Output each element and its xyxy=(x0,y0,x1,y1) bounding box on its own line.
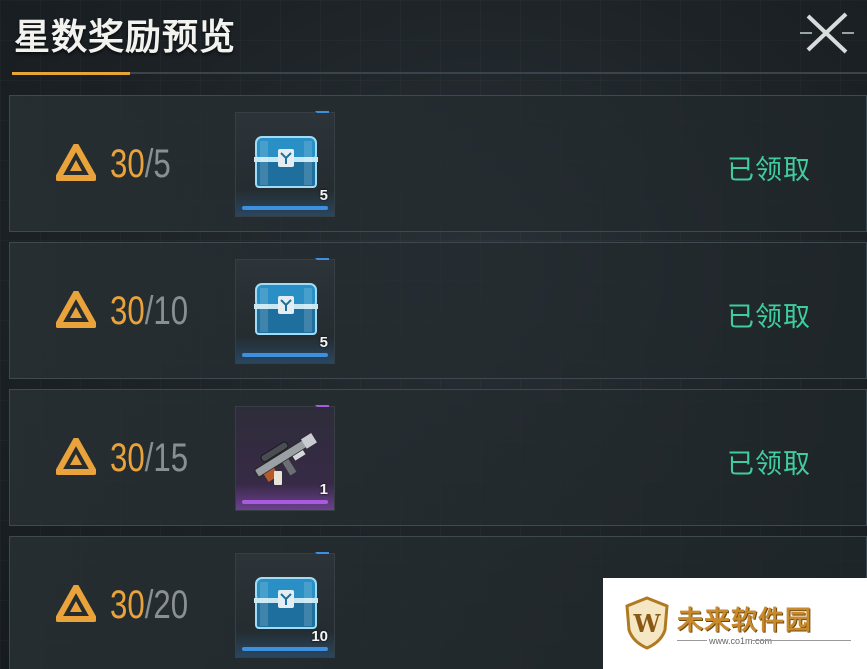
claim-status: 已领取 xyxy=(727,155,811,186)
card-corner-accent xyxy=(315,552,343,566)
card-corner-accent xyxy=(315,111,343,125)
star-tier-icon xyxy=(56,291,96,328)
card-corner-accent xyxy=(315,258,343,272)
reward-row: 30/5 5 已领取 xyxy=(9,95,867,232)
blue-chest-icon xyxy=(254,136,318,188)
progress-separator: / xyxy=(144,436,154,480)
card-corner-accent xyxy=(315,405,343,419)
progress-current: 30 xyxy=(110,436,145,480)
progress-separator: / xyxy=(144,289,154,333)
reward-row: 30/15 1 已领取 xyxy=(9,389,867,526)
progress-current: 30 xyxy=(110,583,145,627)
progress-required: 15 xyxy=(153,436,189,480)
progress-required: 10 xyxy=(153,289,189,333)
logo-letter: W xyxy=(633,609,662,638)
watermark-text: 未来软件园 xyxy=(677,606,813,636)
shield-logo-icon: W xyxy=(625,596,669,650)
reward-item-card[interactable]: 10 xyxy=(235,552,343,658)
progress-current: 30 xyxy=(110,142,145,186)
rarity-bar xyxy=(242,206,328,210)
reward-item-card[interactable]: 1 xyxy=(235,405,343,511)
progress-required: 20 xyxy=(153,583,189,627)
star-progress: 30/10 xyxy=(110,289,188,334)
close-x-icon xyxy=(800,12,854,54)
progress-separator: / xyxy=(144,142,154,186)
reward-item-card[interactable]: 5 xyxy=(235,111,343,217)
reward-item-card[interactable]: 5 xyxy=(235,258,343,364)
item-count: 10 xyxy=(311,628,328,645)
star-tier-icon xyxy=(56,144,96,181)
progress-separator: / xyxy=(144,583,154,627)
blue-chest-icon xyxy=(254,283,318,335)
blue-chest-icon xyxy=(254,577,318,629)
close-button[interactable] xyxy=(800,6,854,60)
page-title: 星数奖励预览 xyxy=(14,16,237,58)
watermark-rule xyxy=(677,640,707,641)
star-progress: 30/15 xyxy=(110,436,188,481)
reward-row: 30/10 5 已领取 xyxy=(9,242,867,379)
rarity-bar xyxy=(242,500,328,504)
rarity-bar xyxy=(242,647,328,651)
star-progress: 30/5 xyxy=(110,142,171,187)
watermark-url: www.co1m.com xyxy=(709,636,773,646)
item-count: 5 xyxy=(319,334,328,351)
item-count: 5 xyxy=(319,187,328,204)
watermark: W 未来软件园 www.co1m.com xyxy=(603,578,867,669)
rarity-bar xyxy=(242,353,328,357)
watermark-rule xyxy=(751,640,851,641)
star-tier-icon xyxy=(56,438,96,475)
title-divider xyxy=(12,72,867,74)
rifle-icon xyxy=(253,433,317,485)
claim-status: 已领取 xyxy=(727,449,811,480)
progress-required: 5 xyxy=(153,142,171,186)
title-divider-accent xyxy=(12,72,130,75)
progress-current: 30 xyxy=(110,289,145,333)
claim-status: 已领取 xyxy=(727,302,811,333)
item-count: 1 xyxy=(319,481,328,498)
star-progress: 30/20 xyxy=(110,583,188,628)
star-tier-icon xyxy=(56,585,96,622)
